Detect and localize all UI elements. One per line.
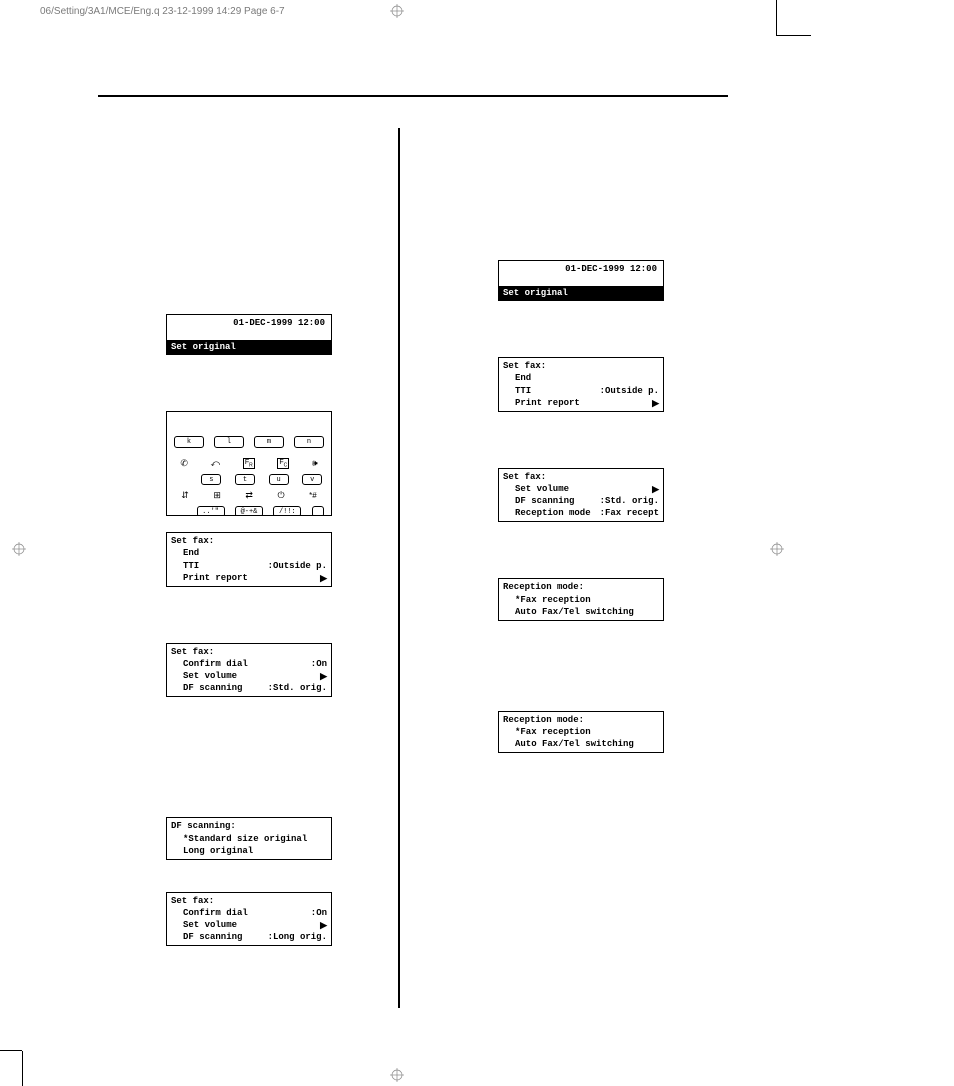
key: k [174,436,204,448]
lcd-set-fax: Set fax: Confirm dial :On Set volume ▶ DF … [166,643,332,698]
lcd-title: Reception mode: [503,581,659,593]
star-hash-icon: *# [309,491,317,500]
lcd-line: Reception mode [515,507,591,519]
lcd-line: Print report [183,572,248,584]
arrows-icon: ⇵ [181,490,189,501]
sound-icon: 🕪 [312,458,318,469]
lcd-line: Print report [515,397,580,409]
lcd-standby-display: 01-DEC-1999 12:00 Set original [498,260,664,301]
lcd-reception-mode: Reception mode: *Fax reception Auto Fax/… [498,578,664,620]
crop-mark [776,35,811,36]
crop-mark [22,1051,23,1086]
key: s [201,474,221,485]
lcd-status-bar: Set original [167,340,331,354]
lcd-title: Set fax: [171,646,327,658]
register-mark-icon [390,4,404,18]
key: n [294,436,324,448]
register-mark-icon [770,542,784,556]
key: m [254,436,284,448]
lcd-line: Set volume [183,670,237,682]
lcd-line: Confirm dial [183,907,248,919]
lcd-line: Confirm dial [183,658,248,670]
register-mark-icon [390,1068,404,1082]
lcd-set-fax: Set fax: End TTI :Outside p. Print report… [166,532,332,587]
lcd-line: TTI [515,385,531,397]
lcd-line: *Fax reception [515,726,591,738]
grid-icon: ⊞ [213,490,221,501]
lcd-title: Set fax: [503,360,659,372]
lcd-value: :Fax recept [600,507,659,519]
back-icon: ⤺ [211,458,221,469]
key [312,506,324,517]
register-mark-icon [12,542,26,556]
key: /!!: [273,506,301,517]
key: v [302,474,322,485]
print-header: 06/Setting/3A1/MCE/Eng.q 23-12-1999 14:2… [40,6,285,17]
fc-icon: FC [277,458,289,469]
lcd-title: Set fax: [171,895,327,907]
lcd-df-scanning: DF scanning: *Standard size original Lon… [166,817,332,859]
lcd-set-fax: Set fax: Confirm dial :On Set volume ▶ DF … [166,892,332,947]
arrow-right-icon: ▶ [320,572,327,584]
arrow-right-icon: ▶ [320,670,327,682]
arrow-right-icon: ▶ [320,919,327,931]
lcd-value: :On [311,658,327,670]
lcd-line: End [515,372,531,384]
lcd-line: Auto Fax/Tel switching [515,606,634,618]
phone-icon: ✆ [180,458,188,469]
lcd-line: *Standard size original [183,833,307,845]
lcd-datetime: 01-DEC-1999 12:00 [171,317,327,329]
lcd-line: *Fax reception [515,594,591,606]
swap-icon: ⇄ [245,490,253,501]
fr-icon: FR [243,458,255,469]
lcd-value: :Long orig. [268,931,327,943]
key: @-+& [235,506,263,517]
lcd-line: DF scanning [515,495,574,507]
lcd-title: DF scanning: [171,820,327,832]
lcd-value: :Std. orig. [600,495,659,507]
lcd-line: End [183,547,199,559]
lcd-set-fax: Set fax: End TTI :Outside p. Print report… [498,357,664,412]
lcd-line: DF scanning [183,682,242,694]
key: t [235,474,255,485]
lcd-value: :Outside p. [268,560,327,572]
lcd-value: :Outside p. [600,385,659,397]
lcd-line: Auto Fax/Tel switching [515,738,634,750]
lcd-line: DF scanning [183,931,242,943]
key: u [269,474,289,485]
lcd-line: Long original [183,845,253,857]
lcd-standby-display: 01-DEC-1999 12:00 Set original [166,314,332,355]
column-divider [398,128,400,1008]
crop-mark [0,1050,22,1051]
arrow-right-icon: ▶ [652,483,659,495]
lcd-value: :Std. orig. [268,682,327,694]
key: l [214,436,244,448]
lcd-line: TTI [183,560,199,572]
lcd-value: :On [311,907,327,919]
lcd-title: Reception mode: [503,714,659,726]
lcd-title: Set fax: [503,471,659,483]
keypad-diagram: k l m n ✆ ⤺ FR FC 🕪 s t u v ⇵ ⊞ ⇄ ⏻ *# [166,411,332,516]
crop-mark [776,0,777,35]
key: ..'" [197,506,225,517]
lcd-status-bar: Set original [499,286,663,300]
lcd-title: Set fax: [171,535,327,547]
horizontal-rule [98,95,728,97]
lcd-reception-mode: Reception mode: *Fax reception Auto Fax/… [498,711,664,753]
power-icon: ⏻ [278,490,285,501]
lcd-line: Set volume [183,919,237,931]
arrow-right-icon: ▶ [652,397,659,409]
lcd-set-fax: Set fax: Set volume ▶ DF scanning :Std. or… [498,468,664,523]
lcd-line: Set volume [515,483,569,495]
lcd-datetime: 01-DEC-1999 12:00 [503,263,659,275]
